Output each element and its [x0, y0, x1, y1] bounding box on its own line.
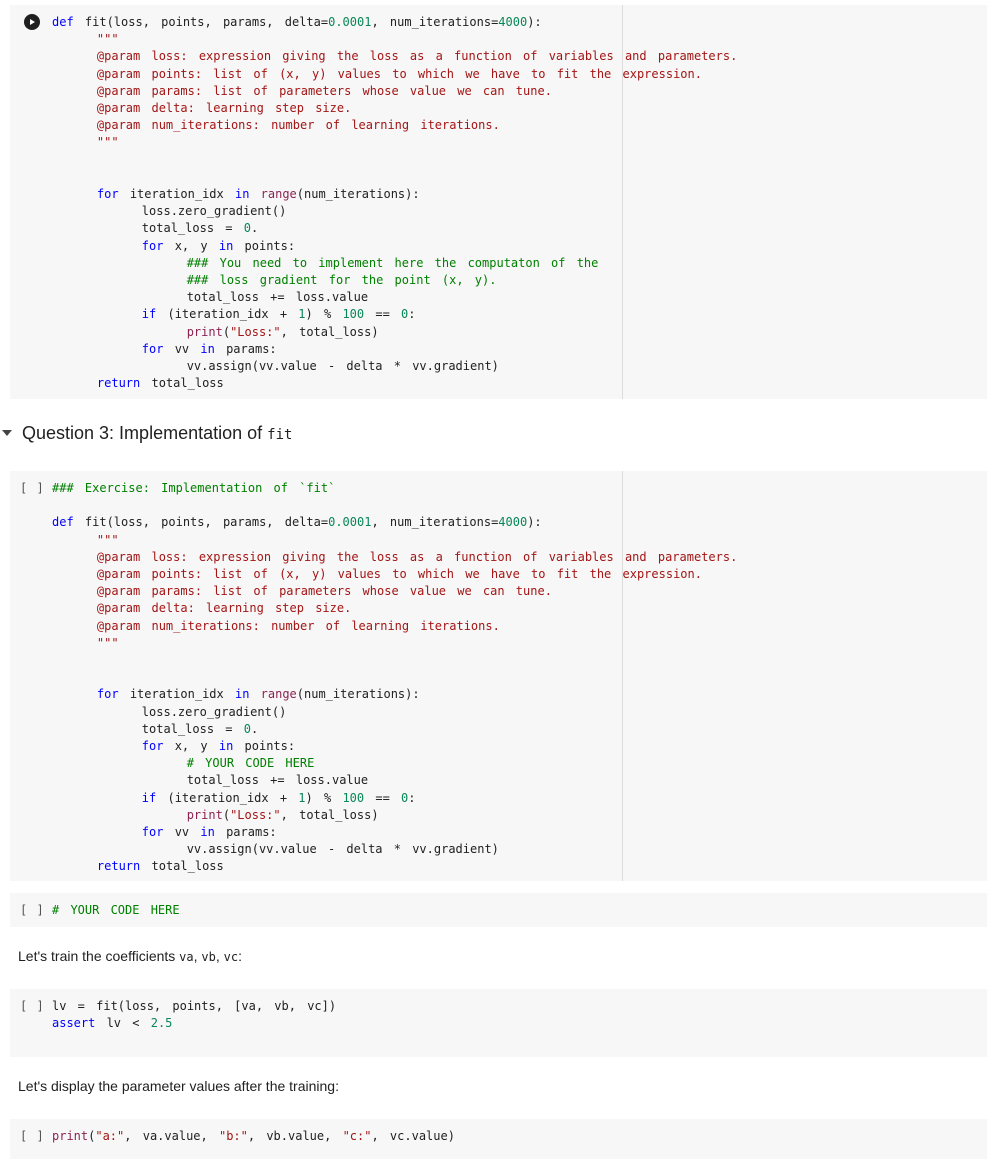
code-line: vv.assign(vv.value - delta * vv.gradient…: [52, 359, 499, 374]
cell-run-bracket[interactable]: [ ]: [20, 481, 45, 495]
code-line: for x, y in points:: [141, 739, 296, 754]
run-cell-button[interactable]: [24, 14, 40, 30]
code-line: if (iteration_idx + 1) % 100 == 0:: [141, 790, 416, 805]
code-line: @param params: list of parameters whose …: [96, 83, 552, 98]
code-line: for vv in params:: [141, 341, 277, 356]
markdown-text-1: Let's train the coefficients va, vb, vc:: [18, 948, 242, 964]
code-line: # YOUR CODE HERE: [52, 903, 180, 917]
code-line: @param loss: expression giving the loss …: [96, 49, 738, 64]
code-cell-3[interactable]: [ ] # YOUR CODE HERE: [10, 893, 987, 927]
collapse-caret-icon[interactable]: [2, 430, 12, 436]
code-line: @param params: list of parameters whose …: [96, 584, 552, 599]
code-line: """: [96, 32, 119, 47]
code-line: """: [96, 135, 119, 150]
cell-run-bracket[interactable]: [ ]: [20, 999, 45, 1013]
code-line: if (iteration_idx + 1) % 100 == 0:: [141, 307, 416, 322]
code-cell-4[interactable]: [ ] lv = fit(loss, points, [va, vb, vc])…: [10, 989, 987, 1057]
cell-run-bracket[interactable]: [ ]: [20, 903, 45, 917]
code-cell-5[interactable]: [ ] print("a:", va.value, "b:", vb.value…: [10, 1119, 987, 1159]
code-cell-1[interactable]: def fit(loss, points, params, delta=0.00…: [10, 5, 987, 399]
code-line: def fit(loss, points, params, delta=0.00…: [52, 515, 542, 530]
code-line: print("Loss:", total_loss): [186, 807, 379, 822]
code-line: lv = fit(loss, points, [va, vb, vc]): [52, 999, 337, 1013]
code-editor-2[interactable]: ### Exercise: Implementation of `fit` de…: [52, 480, 737, 876]
code-line: total_loss += loss.value: [52, 290, 369, 305]
code-line: """: [96, 532, 119, 547]
code-line: def fit(loss, points, params, delta=0.00…: [52, 15, 542, 29]
code-editor-3[interactable]: # YOUR CODE HERE: [52, 902, 180, 919]
code-cell-2[interactable]: [ ] ### Exercise: Implementation of `fit…: [10, 471, 987, 881]
code-editor-4[interactable]: lv = fit(loss, points, [va, vb, vc]) ass…: [52, 998, 336, 1032]
code-line: for iteration_idx in range(num_iteration…: [96, 187, 420, 202]
code-line: vv.assign(vv.value - delta * vv.gradient…: [52, 842, 499, 857]
code-line: ### You need to implement here the compu…: [186, 255, 599, 270]
markdown-text-2: Let's display the parameter values after…: [18, 1078, 339, 1094]
code-line: loss.zero_gradient(): [52, 704, 287, 719]
code-line: @param points: list of (x, y) values to …: [96, 66, 702, 81]
code-editor-5[interactable]: print("a:", va.value, "b:", vb.value, "c…: [52, 1128, 455, 1145]
code-line: return total_loss: [96, 859, 224, 874]
code-line: total_loss = 0.: [52, 221, 259, 236]
code-line: for vv in params:: [141, 825, 277, 840]
code-line: print("a:", va.value, "b:", vb.value, "c…: [52, 1129, 455, 1143]
code-line: loss.zero_gradient(): [52, 204, 287, 219]
code-line: print("Loss:", total_loss): [186, 324, 379, 339]
code-editor-1[interactable]: def fit(loss, points, params, delta=0.00…: [52, 14, 737, 392]
code-line: @param num_iterations: number of learnin…: [96, 118, 500, 133]
code-line: assert lv < 2.5: [52, 1016, 173, 1031]
code-line: @param delta: learning step size.: [96, 601, 352, 616]
code-line: return total_loss: [96, 376, 224, 391]
code-line: total_loss = 0.: [52, 721, 259, 736]
code-line: """: [96, 635, 119, 650]
code-line: @param num_iterations: number of learnin…: [96, 618, 500, 633]
cell-run-bracket[interactable]: [ ]: [20, 1129, 45, 1143]
code-line: @param points: list of (x, y) values to …: [96, 567, 702, 582]
code-line: ### Exercise: Implementation of `fit`: [52, 481, 336, 495]
play-icon: [30, 19, 35, 25]
code-line: total_loss += loss.value: [52, 773, 369, 788]
section-heading[interactable]: Question 3: Implementation of fit: [0, 420, 292, 446]
code-line: ### loss gradient for the point (x, y).: [186, 273, 497, 288]
code-line: for x, y in points:: [141, 238, 296, 253]
code-line: @param delta: learning step size.: [96, 101, 352, 116]
code-line: for iteration_idx in range(num_iteration…: [96, 687, 420, 702]
section-title: Question 3: Implementation of fit: [22, 422, 293, 443]
code-line: @param loss: expression giving the loss …: [96, 549, 738, 564]
code-line: # YOUR CODE HERE: [186, 756, 315, 771]
